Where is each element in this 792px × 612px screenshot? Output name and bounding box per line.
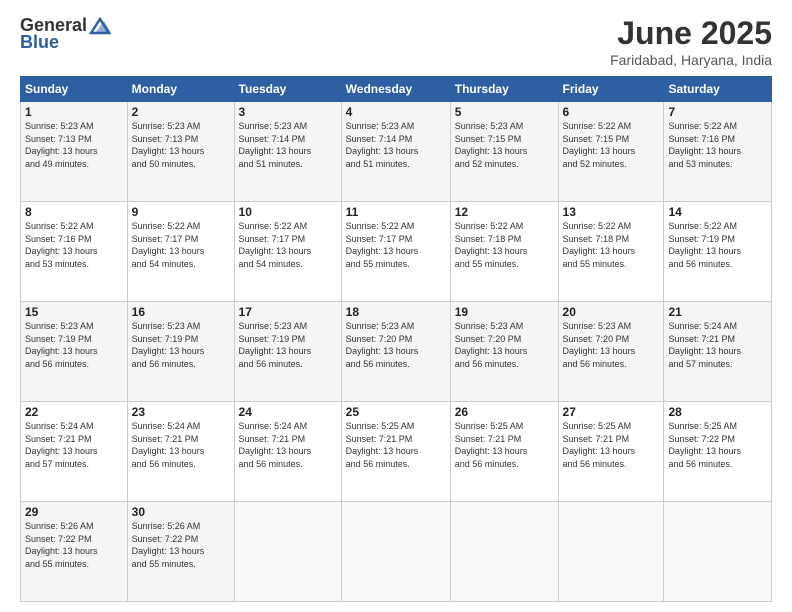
empty-cell <box>558 502 664 602</box>
col-saturday: Saturday <box>664 77 772 102</box>
day-25: 25 Sunrise: 5:25 AMSunset: 7:21 PMDaylig… <box>341 402 450 502</box>
day-4: 4 Sunrise: 5:23 AMSunset: 7:14 PMDayligh… <box>341 102 450 202</box>
logo-blue: Blue <box>20 32 59 53</box>
location: Faridabad, Haryana, India <box>610 52 772 68</box>
day-13: 13 Sunrise: 5:22 AMSunset: 7:18 PMDaylig… <box>558 202 664 302</box>
empty-cell <box>450 502 558 602</box>
col-tuesday: Tuesday <box>234 77 341 102</box>
day-21: 21 Sunrise: 5:24 AMSunset: 7:21 PMDaylig… <box>664 302 772 402</box>
day-20: 20 Sunrise: 5:23 AMSunset: 7:20 PMDaylig… <box>558 302 664 402</box>
col-thursday: Thursday <box>450 77 558 102</box>
logo-icon <box>89 17 111 35</box>
month-title: June 2025 <box>610 15 772 52</box>
calendar-body: 1 Sunrise: 5:23 AMSunset: 7:13 PMDayligh… <box>21 102 772 602</box>
week-row-2: 8 Sunrise: 5:22 AMSunset: 7:16 PMDayligh… <box>21 202 772 302</box>
col-monday: Monday <box>127 77 234 102</box>
week-row-4: 22 Sunrise: 5:24 AMSunset: 7:21 PMDaylig… <box>21 402 772 502</box>
page: General Blue June 2025 Faridabad, Haryan… <box>0 0 792 612</box>
empty-cell <box>234 502 341 602</box>
day-3: 3 Sunrise: 5:23 AMSunset: 7:14 PMDayligh… <box>234 102 341 202</box>
day-18: 18 Sunrise: 5:23 AMSunset: 7:20 PMDaylig… <box>341 302 450 402</box>
day-11: 11 Sunrise: 5:22 AMSunset: 7:17 PMDaylig… <box>341 202 450 302</box>
week-row-3: 15 Sunrise: 5:23 AMSunset: 7:19 PMDaylig… <box>21 302 772 402</box>
day-10: 10 Sunrise: 5:22 AMSunset: 7:17 PMDaylig… <box>234 202 341 302</box>
day-24: 24 Sunrise: 5:24 AMSunset: 7:21 PMDaylig… <box>234 402 341 502</box>
day-8: 8 Sunrise: 5:22 AMSunset: 7:16 PMDayligh… <box>21 202 128 302</box>
day-30: 30 Sunrise: 5:26 AMSunset: 7:22 PMDaylig… <box>127 502 234 602</box>
day-19: 19 Sunrise: 5:23 AMSunset: 7:20 PMDaylig… <box>450 302 558 402</box>
title-area: June 2025 Faridabad, Haryana, India <box>610 15 772 68</box>
col-sunday: Sunday <box>21 77 128 102</box>
day-27: 27 Sunrise: 5:25 AMSunset: 7:21 PMDaylig… <box>558 402 664 502</box>
day-6: 6 Sunrise: 5:22 AMSunset: 7:15 PMDayligh… <box>558 102 664 202</box>
day-12: 12 Sunrise: 5:22 AMSunset: 7:18 PMDaylig… <box>450 202 558 302</box>
day-2: 2 Sunrise: 5:23 AMSunset: 7:13 PMDayligh… <box>127 102 234 202</box>
day-7: 7 Sunrise: 5:22 AMSunset: 7:16 PMDayligh… <box>664 102 772 202</box>
day-15: 15 Sunrise: 5:23 AMSunset: 7:19 PMDaylig… <box>21 302 128 402</box>
day-5: 5 Sunrise: 5:23 AMSunset: 7:15 PMDayligh… <box>450 102 558 202</box>
day-9: 9 Sunrise: 5:22 AMSunset: 7:17 PMDayligh… <box>127 202 234 302</box>
day-26: 26 Sunrise: 5:25 AMSunset: 7:21 PMDaylig… <box>450 402 558 502</box>
empty-cell <box>341 502 450 602</box>
day-22: 22 Sunrise: 5:24 AMSunset: 7:21 PMDaylig… <box>21 402 128 502</box>
col-wednesday: Wednesday <box>341 77 450 102</box>
empty-cell <box>664 502 772 602</box>
day-14: 14 Sunrise: 5:22 AMSunset: 7:19 PMDaylig… <box>664 202 772 302</box>
day-29: 29 Sunrise: 5:26 AMSunset: 7:22 PMDaylig… <box>21 502 128 602</box>
calendar-header-row: Sunday Monday Tuesday Wednesday Thursday… <box>21 77 772 102</box>
logo: General Blue <box>20 15 111 53</box>
col-friday: Friday <box>558 77 664 102</box>
calendar: Sunday Monday Tuesday Wednesday Thursday… <box>20 76 772 602</box>
week-row-1: 1 Sunrise: 5:23 AMSunset: 7:13 PMDayligh… <box>21 102 772 202</box>
day-23: 23 Sunrise: 5:24 AMSunset: 7:21 PMDaylig… <box>127 402 234 502</box>
day-16: 16 Sunrise: 5:23 AMSunset: 7:19 PMDaylig… <box>127 302 234 402</box>
header: General Blue June 2025 Faridabad, Haryan… <box>20 15 772 68</box>
day-17: 17 Sunrise: 5:23 AMSunset: 7:19 PMDaylig… <box>234 302 341 402</box>
week-row-5: 29 Sunrise: 5:26 AMSunset: 7:22 PMDaylig… <box>21 502 772 602</box>
day-1: 1 Sunrise: 5:23 AMSunset: 7:13 PMDayligh… <box>21 102 128 202</box>
day-28: 28 Sunrise: 5:25 AMSunset: 7:22 PMDaylig… <box>664 402 772 502</box>
